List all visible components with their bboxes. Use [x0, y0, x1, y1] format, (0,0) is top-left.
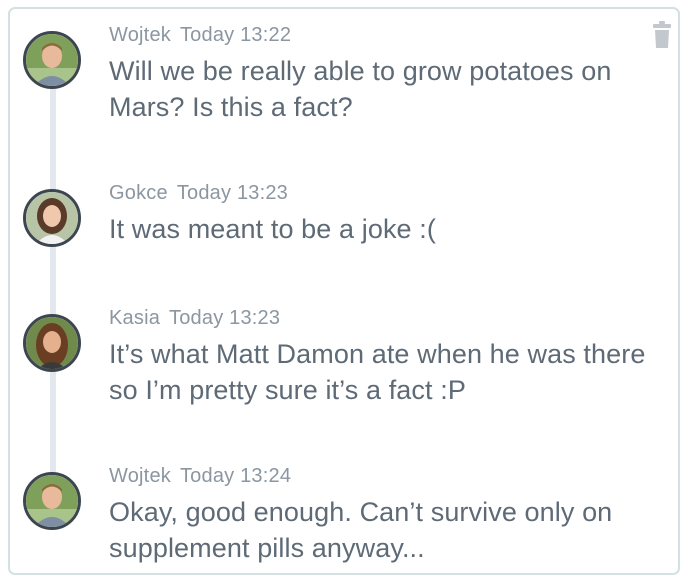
avatar — [23, 472, 81, 530]
comment-meta: Gokce Today 13:23 — [109, 182, 288, 205]
comment-author[interactable]: Wojtek — [109, 24, 171, 46]
avatar — [23, 314, 81, 372]
avatar — [23, 31, 81, 89]
comment-time: Today 13:24 — [179, 465, 292, 487]
comment-meta: Kasia Today 13:23 — [109, 307, 280, 330]
comment-time: Today 13:23 — [176, 182, 288, 204]
timeline-line — [50, 69, 56, 519]
trash-icon[interactable] — [653, 21, 671, 49]
comment-meta: Wojtek Today 13:22 — [109, 24, 291, 47]
comment-meta: Wojtek Today 13:24 — [109, 465, 291, 488]
comment-text: It was meant to be a joke :( — [109, 214, 436, 244]
comment-time: Today 13:23 — [169, 307, 281, 329]
comment-text: It’s what Matt Damon ate when he was the… — [109, 339, 646, 405]
comment-author[interactable]: Gokce — [109, 182, 168, 204]
comment-text: Okay, good enough. Can’t survive only on… — [109, 497, 613, 563]
comment-text: Will we be really able to grow potatoes … — [109, 56, 612, 122]
avatar — [23, 189, 81, 247]
comment-author[interactable]: Wojtek — [109, 465, 171, 487]
comment-author[interactable]: Kasia — [109, 307, 160, 329]
comment-time: Today 13:22 — [179, 24, 292, 46]
comments-panel: Wojtek Today 13:22 Will we be really able… — [8, 7, 680, 575]
